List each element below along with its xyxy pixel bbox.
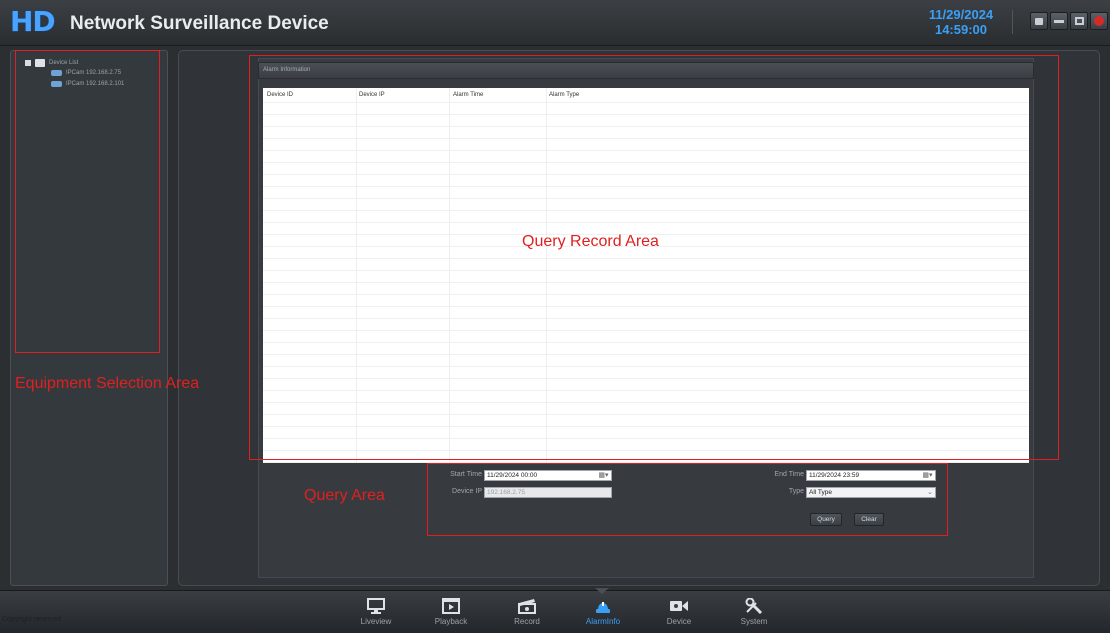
minimize-icon xyxy=(1054,19,1064,23)
lock-button[interactable] xyxy=(1030,12,1048,30)
camera-icon xyxy=(668,598,690,614)
record-area-outline xyxy=(249,55,1059,460)
copyright: Copyright reserved xyxy=(2,616,62,623)
app-title: Network Surveillance Device xyxy=(70,13,329,34)
clock-time: 14:59:00 xyxy=(934,22,988,37)
active-pointer xyxy=(595,588,609,594)
nav-system[interactable]: System xyxy=(729,596,779,633)
nav-label: Liveview xyxy=(360,617,392,626)
nav-liveview[interactable]: Liveview xyxy=(351,596,401,633)
hd-logo: HD xyxy=(10,8,66,36)
nav-label: Playback xyxy=(434,617,468,626)
equipment-area-label: Equipment Selection Area xyxy=(15,375,200,392)
title-separator xyxy=(1012,10,1013,34)
logo-text: HD xyxy=(10,5,56,38)
lock-icon xyxy=(1035,17,1043,25)
clapper-icon xyxy=(516,598,538,614)
restore-button[interactable] xyxy=(1070,12,1088,30)
nav-label: AlarmInfo xyxy=(585,617,621,626)
close-button[interactable] xyxy=(1090,12,1108,30)
record-area-label: Query Record Area xyxy=(522,233,659,250)
restore-icon xyxy=(1074,17,1084,25)
clock: 11/29/2024 14:59:00 xyxy=(925,7,997,37)
nav-label: Device xyxy=(666,617,692,626)
minimize-button[interactable] xyxy=(1050,12,1068,30)
query-area-label: Query Area xyxy=(304,487,385,504)
nav-alarminfo[interactable]: AlarmInfo xyxy=(578,596,628,633)
nav-label: System xyxy=(740,617,768,626)
app-window: HD Network Surveillance Device 11/29/202… xyxy=(0,0,1110,633)
title-bar: HD Network Surveillance Device 11/29/202… xyxy=(0,0,1110,46)
playback-icon xyxy=(440,598,462,614)
clock-date: 11/29/2024 xyxy=(928,7,994,22)
window-controls xyxy=(1030,12,1108,32)
query-area-outline xyxy=(427,463,948,536)
bottom-nav xyxy=(0,590,1110,633)
monitor-icon xyxy=(365,598,387,614)
nav-record[interactable]: Record xyxy=(502,596,552,633)
nav-playback[interactable]: Playback xyxy=(426,596,476,633)
nav-device[interactable]: Device xyxy=(654,596,704,633)
tools-icon xyxy=(743,598,765,614)
alarm-icon xyxy=(592,598,614,614)
nav-label: Record xyxy=(514,617,540,626)
equipment-area-outline xyxy=(15,50,160,353)
close-icon xyxy=(1094,16,1104,26)
